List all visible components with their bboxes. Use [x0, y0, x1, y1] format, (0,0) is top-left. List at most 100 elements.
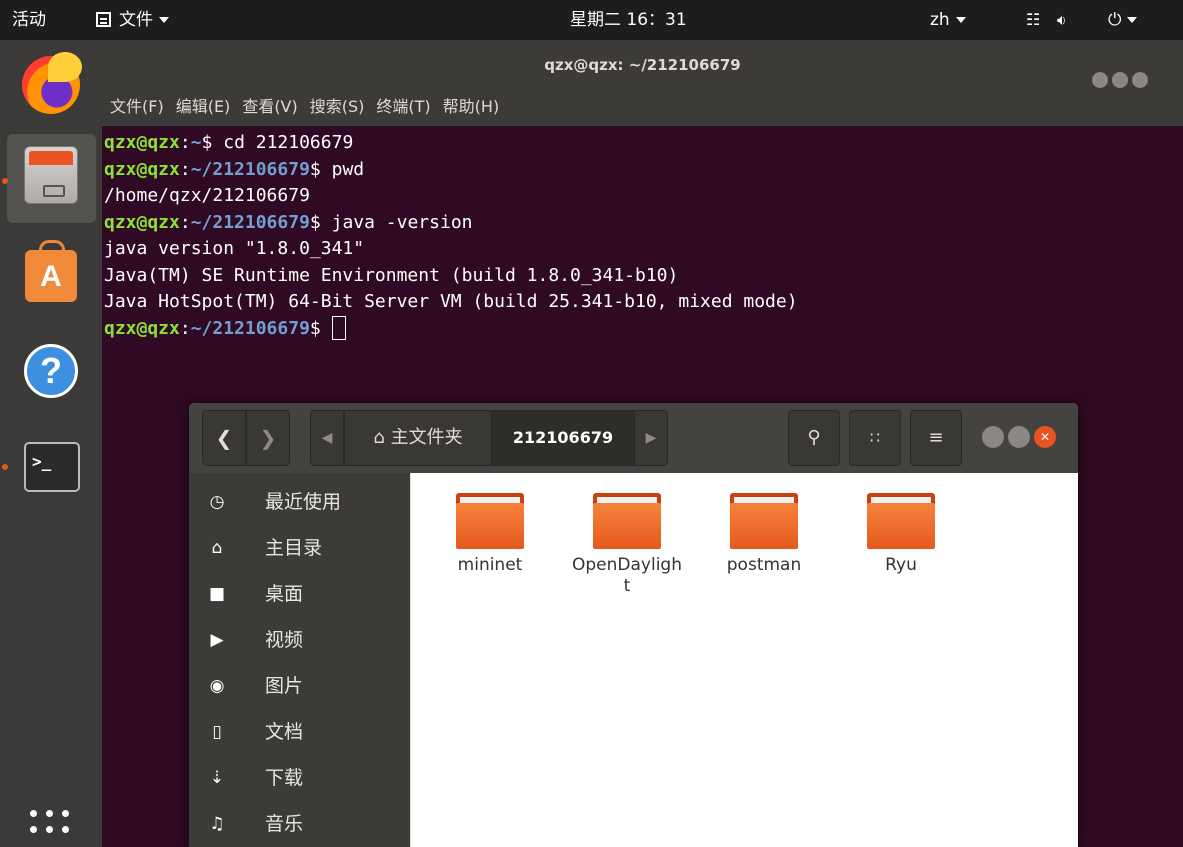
menu-view[interactable]: 查看(V) — [242, 97, 297, 116]
path-home-label: 主文件夹 — [390, 427, 463, 448]
folder-item[interactable]: Ryu — [846, 493, 956, 576]
folder-front — [456, 503, 524, 549]
chevron-left-icon: ❮ — [215, 426, 233, 450]
sidebar-item[interactable]: ▶ 视频 — [189, 617, 410, 663]
folder-icon — [730, 493, 798, 549]
folder-item[interactable]: mininet — [435, 493, 545, 576]
terminal-output[interactable]: qzx@qzx:~$ cd 212106679 qzx@qzx:~/2121066… — [104, 130, 1179, 342]
path-scroll-right-button[interactable]: ▶ — [634, 410, 668, 466]
top-bar: 活动 文件 星期二 16：31 zh ☷ 🔉︎ ⏻ — [0, 0, 1183, 40]
prompt-symbol: $ — [309, 158, 332, 180]
menu-terminal[interactable]: 终端(T) — [376, 97, 430, 116]
file-manager-headerbar: ❮ ❯ ◀ ⌂ 主文件夹 212106679 ▶ ⚲ ∷ ≡ ✕ — [189, 403, 1078, 473]
app-menu-label: 文件 — [119, 10, 153, 30]
software-store-icon[interactable]: A — [25, 240, 77, 302]
terminal-command: cd 212106679 — [223, 132, 354, 153]
chevron-down-icon — [955, 17, 966, 23]
sidebar-item-label: 最近使用 — [265, 491, 342, 513]
menu-help[interactable]: 帮助(H) — [443, 97, 500, 116]
chevron-down-icon — [159, 17, 169, 23]
prompt-separator: : — [179, 317, 191, 339]
prompt-user: qzx@qzx — [104, 211, 180, 233]
sidebar-item[interactable]: ⇣ 下载 — [189, 755, 410, 801]
close-icon[interactable] — [1132, 72, 1148, 88]
file-manager-window[interactable]: ❮ ❯ ◀ ⌂ 主文件夹 212106679 ▶ ⚲ ∷ ≡ ✕ ◷ 最近使用 ⌂ 主… — [189, 403, 1078, 847]
terminal-line: /home/qzx/212106679 — [104, 183, 1179, 210]
files-icon[interactable] — [24, 146, 78, 204]
folder-name: OpenDaylight — [572, 555, 682, 596]
forward-button[interactable]: ❯ — [246, 410, 290, 466]
download-icon: ⇣ — [209, 768, 225, 788]
terminal-command: pwd — [331, 158, 365, 180]
folder-icon — [593, 493, 661, 549]
sidebar-item-label: 音乐 — [265, 813, 304, 835]
prompt-user: qzx@qzx — [104, 132, 180, 153]
menu-search[interactable]: 搜索(S) — [310, 97, 365, 116]
music-icon: ♫ — [209, 814, 225, 834]
menu-edit[interactable]: 编辑(E) — [176, 97, 231, 116]
minimize-icon[interactable] — [1092, 72, 1108, 88]
search-button[interactable]: ⚲ — [788, 410, 840, 466]
folder-name: mininet — [457, 555, 523, 575]
volume-icon[interactable]: 🔉︎ — [1057, 0, 1066, 40]
help-icon[interactable]: ? — [24, 344, 78, 398]
places-sidebar: ◷ 最近使用 ⌂ 主目录 ■ 桌面 ▶ 视频 ◉ 图片 ▯ 文档 ⇣ 下载 ♫ 音乐 — [189, 473, 410, 847]
maximize-icon[interactable] — [1008, 426, 1030, 448]
hamburger-menu-icon: ≡ — [928, 427, 944, 448]
dock: A ? >_ — [0, 40, 102, 847]
show-applications-icon[interactable] — [30, 810, 74, 840]
sidebar-item[interactable]: ♫ 音乐 — [189, 801, 410, 847]
system-menu[interactable]: ⏻ — [1108, 0, 1138, 40]
path-current-button[interactable]: 212106679 — [492, 410, 634, 466]
firefox-icon[interactable] — [22, 52, 82, 114]
folder-content-view[interactable]: mininet OpenDaylight postman Ryu — [410, 473, 1078, 847]
terminal-cursor[interactable] — [331, 315, 346, 340]
triangle-left-icon: ◀ — [321, 430, 333, 446]
activities-button[interactable]: 活动 — [12, 0, 46, 40]
maximize-icon[interactable] — [1112, 72, 1128, 88]
prompt-symbol: $ — [309, 211, 332, 233]
terminal-command: java -version — [331, 211, 473, 233]
menu-file[interactable]: 文件(F) — [110, 97, 164, 116]
sidebar-item[interactable]: ◉ 图片 — [189, 663, 410, 709]
network-icon[interactable]: ☷ — [1026, 0, 1040, 40]
folder-item[interactable]: postman — [709, 493, 819, 576]
path-scroll-left-button[interactable]: ◀ — [310, 410, 344, 466]
prompt-separator: : — [179, 158, 191, 180]
sidebar-item[interactable]: ◷ 最近使用 — [189, 479, 410, 525]
sidebar-item-label: 主目录 — [265, 537, 323, 559]
folder-front — [867, 503, 935, 549]
sidebar-item-label: 图片 — [265, 675, 304, 697]
sidebar-item-label: 文档 — [265, 721, 304, 743]
terminal-line: qzx@qzx:~/212106679$ pwd — [104, 157, 1179, 184]
back-button[interactable]: ❮ — [202, 410, 246, 466]
clock[interactable]: 星期二 16：31 — [570, 0, 687, 40]
prompt-path: ~/212106679 — [190, 317, 310, 339]
triangle-right-icon: ▶ — [645, 430, 657, 446]
view-toggle-button[interactable]: ∷ — [849, 410, 901, 466]
prompt-user: qzx@qzx — [104, 158, 180, 180]
folder-front — [593, 503, 661, 549]
prompt-path: ~ — [190, 132, 202, 153]
folder-name: Ryu — [885, 555, 917, 575]
files-app-icon — [96, 12, 111, 27]
terminal-titlebar[interactable]: qzx@qzx: ~/212106679 — [102, 40, 1183, 92]
prompt-path: ~/212106679 — [190, 158, 310, 180]
sidebar-item-label: 下载 — [265, 767, 304, 789]
close-icon[interactable]: ✕ — [1034, 426, 1056, 448]
sidebar-item[interactable]: ■ 桌面 — [189, 571, 410, 617]
menu-button[interactable]: ≡ — [910, 410, 962, 466]
sidebar-item[interactable]: ▯ 文档 — [189, 709, 410, 755]
input-method-menu[interactable]: zh — [930, 0, 966, 40]
path-home-button[interactable]: ⌂ 主文件夹 — [344, 410, 492, 466]
app-menu[interactable]: 文件 — [96, 0, 169, 40]
sidebar-item[interactable]: ⌂ 主目录 — [189, 525, 410, 571]
terminal-icon[interactable]: >_ — [24, 442, 80, 492]
folder-front — [730, 503, 798, 549]
folder-item[interactable]: OpenDaylight — [572, 493, 682, 597]
folder-icon — [867, 493, 935, 549]
terminal-output-text: /home/qzx/212106679 — [104, 185, 310, 206]
minimize-icon[interactable] — [982, 426, 1004, 448]
power-icon: ⏻ — [1108, 10, 1122, 30]
input-method-label: zh — [930, 10, 950, 30]
